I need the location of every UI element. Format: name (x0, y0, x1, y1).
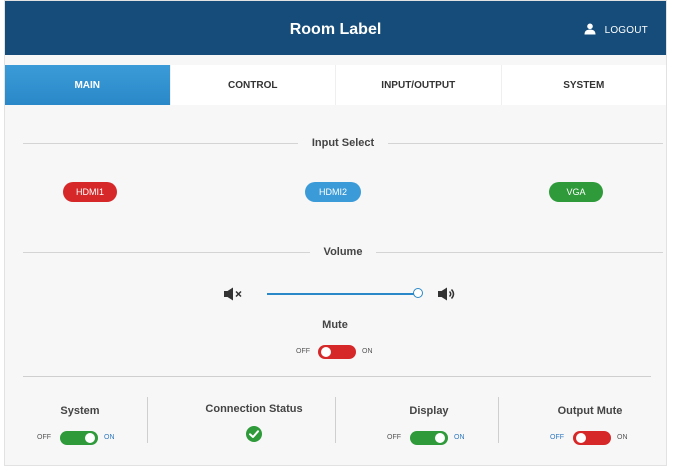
app-window: Room Label LOGOUT MAIN CONTROL INPUT/OUT… (4, 0, 667, 466)
divider-line (388, 142, 663, 144)
status-divider (498, 397, 499, 443)
mute-on-label: ON (362, 348, 373, 355)
display-off-label: OFF (387, 434, 401, 441)
logout-button[interactable]: LOGOUT (584, 1, 648, 57)
divider-line (23, 251, 310, 253)
logout-label: LOGOUT (604, 24, 648, 36)
display-toggle[interactable] (410, 431, 448, 445)
user-icon (584, 23, 596, 38)
display-on-label: ON (454, 434, 465, 441)
output-mute-toggle[interactable] (573, 431, 611, 445)
room-label: Room Label (289, 21, 382, 38)
speaker-mute-icon[interactable] (223, 287, 245, 306)
tab-system[interactable]: SYSTEM (502, 65, 667, 105)
output-mute-off-label: OFF (550, 434, 564, 441)
tab-bar: MAIN CONTROL INPUT/OUTPUT SYSTEM (5, 65, 666, 105)
input-hdmi1-button[interactable]: HDMI1 (63, 182, 117, 202)
display-title: Display (409, 405, 449, 417)
toggle-knob (576, 433, 586, 443)
toggle-knob (321, 347, 331, 357)
system-title: System (60, 405, 100, 417)
check-circle-icon (246, 426, 262, 447)
toggle-knob (435, 433, 445, 443)
volume-slider[interactable] (267, 286, 423, 302)
output-mute-title: Output Mute (557, 405, 623, 417)
divider-line (23, 142, 298, 144)
status-divider (147, 397, 148, 443)
input-select-header: Input Select (23, 136, 663, 150)
input-hdmi2-button[interactable]: HDMI2 (305, 182, 361, 202)
tab-main[interactable]: MAIN (5, 65, 171, 105)
volume-slider-handle[interactable] (413, 288, 423, 298)
toggle-knob (85, 433, 95, 443)
volume-title: Volume (323, 246, 363, 258)
mute-off-label: OFF (296, 348, 310, 355)
connection-status-title: Connection Status (205, 403, 303, 415)
mute-toggle[interactable] (318, 345, 356, 359)
divider-line (376, 251, 664, 253)
mute-title: Mute (322, 319, 348, 331)
system-on-label: ON (104, 434, 115, 441)
volume-fill (267, 293, 417, 295)
volume-header: Volume (23, 245, 664, 259)
status-divider (335, 397, 336, 443)
input-select-title: Input Select (311, 137, 375, 149)
system-toggle[interactable] (60, 431, 98, 445)
tab-input-output[interactable]: INPUT/OUTPUT (336, 65, 502, 105)
speaker-loud-icon[interactable] (437, 287, 459, 306)
header-bar: Room Label LOGOUT (5, 1, 666, 55)
output-mute-on-label: ON (617, 434, 628, 441)
system-off-label: OFF (37, 434, 51, 441)
tab-control[interactable]: CONTROL (171, 65, 336, 105)
divider-line (23, 376, 651, 377)
input-vga-button[interactable]: VGA (549, 182, 603, 202)
